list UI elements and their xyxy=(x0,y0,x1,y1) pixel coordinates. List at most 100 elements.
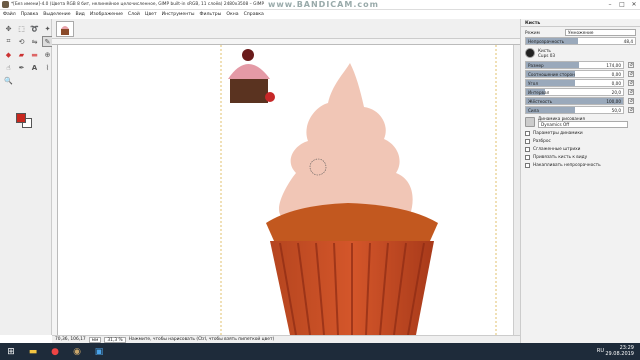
param-value: 20,0 xyxy=(611,90,621,95)
option-smooth[interactable]: Сглаженные штрихи xyxy=(525,146,636,153)
menu-file[interactable]: Файл xyxy=(3,12,16,17)
option-dynamics-params[interactable]: Параметры динамики xyxy=(525,130,636,137)
param-value: 0,00 xyxy=(611,72,621,77)
opacity-row: Непрозрачность 48,4 xyxy=(525,37,636,45)
crop-icon[interactable]: ⌗ xyxy=(3,36,14,47)
move-tool-icon[interactable]: ✥ xyxy=(3,23,14,34)
checkbox-icon[interactable] xyxy=(525,147,530,152)
param-row: Сила 50,0 ↺ xyxy=(525,106,636,114)
zoom-select[interactable]: 31,3 % xyxy=(104,336,126,343)
param-slider[interactable]: Сила 50,0 xyxy=(525,106,624,114)
opacity-slider[interactable]: Непрозрачность 48,4 xyxy=(525,37,636,45)
minimize-button[interactable]: – xyxy=(604,0,616,9)
param-slider[interactable]: Соотношение сторон 0,00 xyxy=(525,70,624,78)
reset-icon[interactable]: ↺ xyxy=(628,62,634,68)
image-tab-thumbnail[interactable] xyxy=(56,21,74,37)
transform-icon[interactable]: ⟲ xyxy=(16,36,27,47)
menu-windows[interactable]: Окна xyxy=(226,12,238,17)
param-row: Жёсткость 100,00 ↺ xyxy=(525,97,636,105)
menu-layer[interactable]: Слой xyxy=(128,12,140,17)
browser-icon[interactable]: ● xyxy=(49,346,61,358)
checkbox-icon[interactable] xyxy=(525,163,530,168)
taskbar: ⊞ ▬ ● ◉ ▣ RU 23:29 29.08.2019 xyxy=(0,343,640,360)
eraser-icon[interactable]: ▬ xyxy=(29,49,40,60)
option-incremental[interactable]: Накапливать непрозрачность xyxy=(525,162,636,169)
brush-preview-icon[interactable] xyxy=(525,48,535,58)
smudge-icon[interactable]: ☝ xyxy=(3,62,14,73)
reset-icon[interactable]: ↺ xyxy=(628,107,634,113)
menu-tools[interactable]: Инструменты xyxy=(162,12,195,17)
brush-selector[interactable]: Кисть Cups 03 xyxy=(525,47,636,59)
reset-icon[interactable]: ↺ xyxy=(628,71,634,77)
param-slider[interactable]: Интервал 20,0 xyxy=(525,88,624,96)
menu-edit[interactable]: Правка xyxy=(21,12,38,17)
checkbox-icon[interactable] xyxy=(525,131,530,136)
param-row: Соотношение сторон 0,00 ↺ xyxy=(525,70,636,78)
option-lock-to-view[interactable]: Привязать кисть к виду xyxy=(525,154,636,161)
language-indicator[interactable]: RU xyxy=(597,348,604,354)
start-icon[interactable]: ⊞ xyxy=(5,346,17,358)
param-label: Угол xyxy=(528,81,538,86)
dynamics-icon[interactable] xyxy=(525,117,535,127)
menu-view[interactable]: Вид xyxy=(76,12,85,17)
vertical-scrollbar[interactable] xyxy=(513,45,520,335)
param-slider[interactable]: Размер 174,00 xyxy=(525,61,624,69)
horizontal-ruler xyxy=(52,39,520,45)
menu-bar: Файл Правка Выделение Вид Изображение Сл… xyxy=(0,10,520,19)
param-value: 50,0 xyxy=(611,108,621,113)
bucket-icon[interactable]: ◆ xyxy=(3,49,14,60)
option-jitter[interactable]: Разброс xyxy=(525,138,636,145)
text-icon[interactable]: A xyxy=(29,62,40,73)
param-value: 174,00 xyxy=(606,63,621,68)
gradient-icon[interactable]: ▰ xyxy=(16,49,27,60)
menu-image[interactable]: Изображение xyxy=(90,12,123,17)
param-row: Угол 0,00 ↺ xyxy=(525,79,636,87)
lasso-icon[interactable]: ➰ xyxy=(29,23,40,34)
mode-row: Режим Умножение xyxy=(525,28,636,36)
mode-label: Режим xyxy=(525,29,540,35)
param-value: 100,00 xyxy=(606,99,621,104)
param-value: 0,00 xyxy=(611,81,621,86)
path-icon[interactable]: ✒ xyxy=(16,62,27,73)
reset-icon[interactable]: ↺ xyxy=(628,80,634,86)
explorer-icon[interactable]: ▬ xyxy=(27,346,39,358)
reset-icon[interactable]: ↺ xyxy=(628,89,634,95)
toolbox: ✥ ⬚ ➰ ✦ ⌗ ⟲ ⇋ ✎ ◆ ▰ ▬ ⊕ ☝ ✒ A ⌇ 🔍 xyxy=(0,19,53,335)
menu-help[interactable]: Справка xyxy=(244,12,264,17)
rect-select-icon[interactable]: ⬚ xyxy=(16,23,27,34)
reference-cupcake-photo xyxy=(222,45,275,105)
close-button[interactable]: ✕ xyxy=(628,0,640,9)
foreground-color[interactable] xyxy=(16,113,26,123)
maximize-button[interactable]: □ xyxy=(616,0,628,9)
opacity-value: 48,4 xyxy=(623,39,633,44)
flip-icon[interactable]: ⇋ xyxy=(29,36,40,47)
param-label: Соотношение сторон xyxy=(528,72,575,77)
app-icon[interactable]: ▣ xyxy=(93,346,105,358)
pointer-coords: 70,36, 106,17 xyxy=(55,337,86,342)
param-slider[interactable]: Жёсткость 100,00 xyxy=(525,97,624,105)
canvas-area[interactable] xyxy=(52,39,520,335)
param-slider[interactable]: Угол 0,00 xyxy=(525,79,624,87)
window-title: *[Без имени]-4.0 (Цвета RGB 8 бит, нелин… xyxy=(11,2,265,7)
brush-name: Cups 03 xyxy=(538,53,556,58)
unit-select[interactable]: мм xyxy=(88,336,102,343)
menu-select[interactable]: Выделение xyxy=(43,12,70,17)
dynamics-selector[interactable]: Динамика рисования Dynamics Off xyxy=(525,116,636,128)
menu-filters[interactable]: Фильтры xyxy=(200,12,222,17)
gimp-taskbar-icon[interactable]: ◉ xyxy=(71,346,83,358)
window-titlebar: *[Без имени]-4.0 (Цвета RGB 8 бит, нелин… xyxy=(0,0,640,10)
image-canvas[interactable] xyxy=(58,45,513,335)
bandicam-watermark: www.BANDICAM.com xyxy=(268,0,379,9)
checkbox-icon[interactable] xyxy=(525,139,530,144)
param-row: Интервал 20,0 ↺ xyxy=(525,88,636,96)
mode-select[interactable]: Умножение xyxy=(565,28,636,36)
tool-options-panel: Кисть Режим Умножение Непрозрачность 48,… xyxy=(520,19,640,343)
clock[interactable]: 23:29 29.08.2019 xyxy=(605,345,634,357)
checkbox-icon[interactable] xyxy=(525,155,530,160)
zoom-icon[interactable]: 🔍 xyxy=(3,75,14,86)
opacity-label: Непрозрачность xyxy=(528,39,565,44)
image-tabs xyxy=(52,19,520,39)
color-swatches[interactable] xyxy=(16,113,36,131)
reset-icon[interactable]: ↺ xyxy=(628,98,634,104)
menu-color[interactable]: Цвет xyxy=(145,12,157,17)
